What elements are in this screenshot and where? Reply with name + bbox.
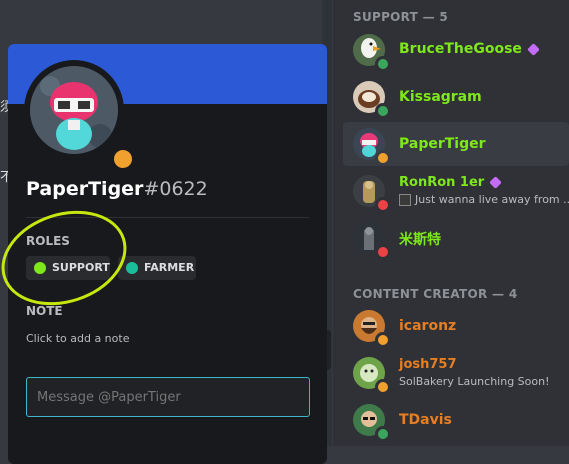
member-item[interactable]: BruceTheGoose bbox=[343, 28, 569, 72]
role-pill-support[interactable]: SUPPORT bbox=[26, 256, 110, 280]
member-name: TDavis bbox=[399, 412, 452, 428]
note-field[interactable]: Click to add a note bbox=[26, 332, 129, 345]
member-item[interactable]: RonRon 1er Just wanna live away from ... bbox=[343, 169, 569, 213]
boost-gem-icon bbox=[489, 176, 503, 189]
role-color-icon bbox=[126, 262, 138, 274]
section-header-support: SUPPORT — 5 bbox=[353, 10, 449, 24]
profile-avatar-frame[interactable] bbox=[24, 60, 136, 172]
user-profile-popout: PaperTiger#0622 ROLES SUPPORT FARMER NOT… bbox=[8, 44, 327, 464]
role-color-icon bbox=[34, 262, 46, 274]
boost-gem-icon bbox=[527, 42, 540, 56]
member-status-text: Just wanna live away from ... bbox=[415, 193, 569, 206]
role-name: SUPPORT bbox=[52, 261, 110, 274]
member-name: RonRon 1er bbox=[399, 175, 485, 190]
member-item[interactable]: josh757 SolBakery Launching Soon! bbox=[343, 351, 569, 395]
profile-username: PaperTiger#0622 bbox=[26, 178, 208, 200]
member-item[interactable]: 米斯特 bbox=[343, 216, 569, 260]
idle-status-icon bbox=[110, 146, 136, 172]
roles-label: ROLES bbox=[26, 234, 70, 248]
section-header-content-creator: CONTENT CREATOR — 4 bbox=[353, 287, 518, 301]
status-icon bbox=[375, 56, 391, 72]
status-icon bbox=[375, 379, 391, 395]
status-icon bbox=[375, 103, 391, 119]
member-name: BruceTheGoose bbox=[399, 41, 522, 57]
status-icon bbox=[375, 244, 391, 260]
member-item-selected[interactable]: PaperTiger bbox=[343, 122, 569, 166]
member-name: Kissagram bbox=[399, 89, 482, 105]
username-text: PaperTiger bbox=[26, 178, 144, 200]
member-item[interactable]: Kissagram bbox=[343, 75, 569, 119]
role-pill-farmer[interactable]: FARMER bbox=[118, 256, 196, 280]
member-name: 米斯特 bbox=[399, 232, 441, 248]
member-name: icaronz bbox=[399, 318, 457, 334]
status-icon bbox=[375, 150, 391, 166]
member-status-text: SolBakery Launching Soon! bbox=[399, 375, 550, 388]
tiger-avatar-icon bbox=[30, 66, 118, 154]
member-name: PaperTiger bbox=[399, 136, 486, 152]
role-name: FARMER bbox=[144, 261, 195, 274]
member-name: josh757 bbox=[399, 357, 457, 372]
status-icon bbox=[375, 426, 391, 442]
discriminator-text: #0622 bbox=[143, 178, 208, 200]
divider bbox=[26, 217, 309, 218]
status-icon bbox=[375, 197, 391, 213]
member-list: SUPPORT — 5 BruceTheGoose Kissagram Pape… bbox=[333, 0, 569, 446]
message-input[interactable] bbox=[26, 377, 310, 417]
note-label: NOTE bbox=[26, 304, 63, 318]
status-icon bbox=[375, 332, 391, 348]
member-item[interactable]: TDavis bbox=[343, 398, 569, 442]
member-item[interactable]: icaronz bbox=[343, 304, 569, 348]
custom-status-icon bbox=[399, 194, 411, 206]
